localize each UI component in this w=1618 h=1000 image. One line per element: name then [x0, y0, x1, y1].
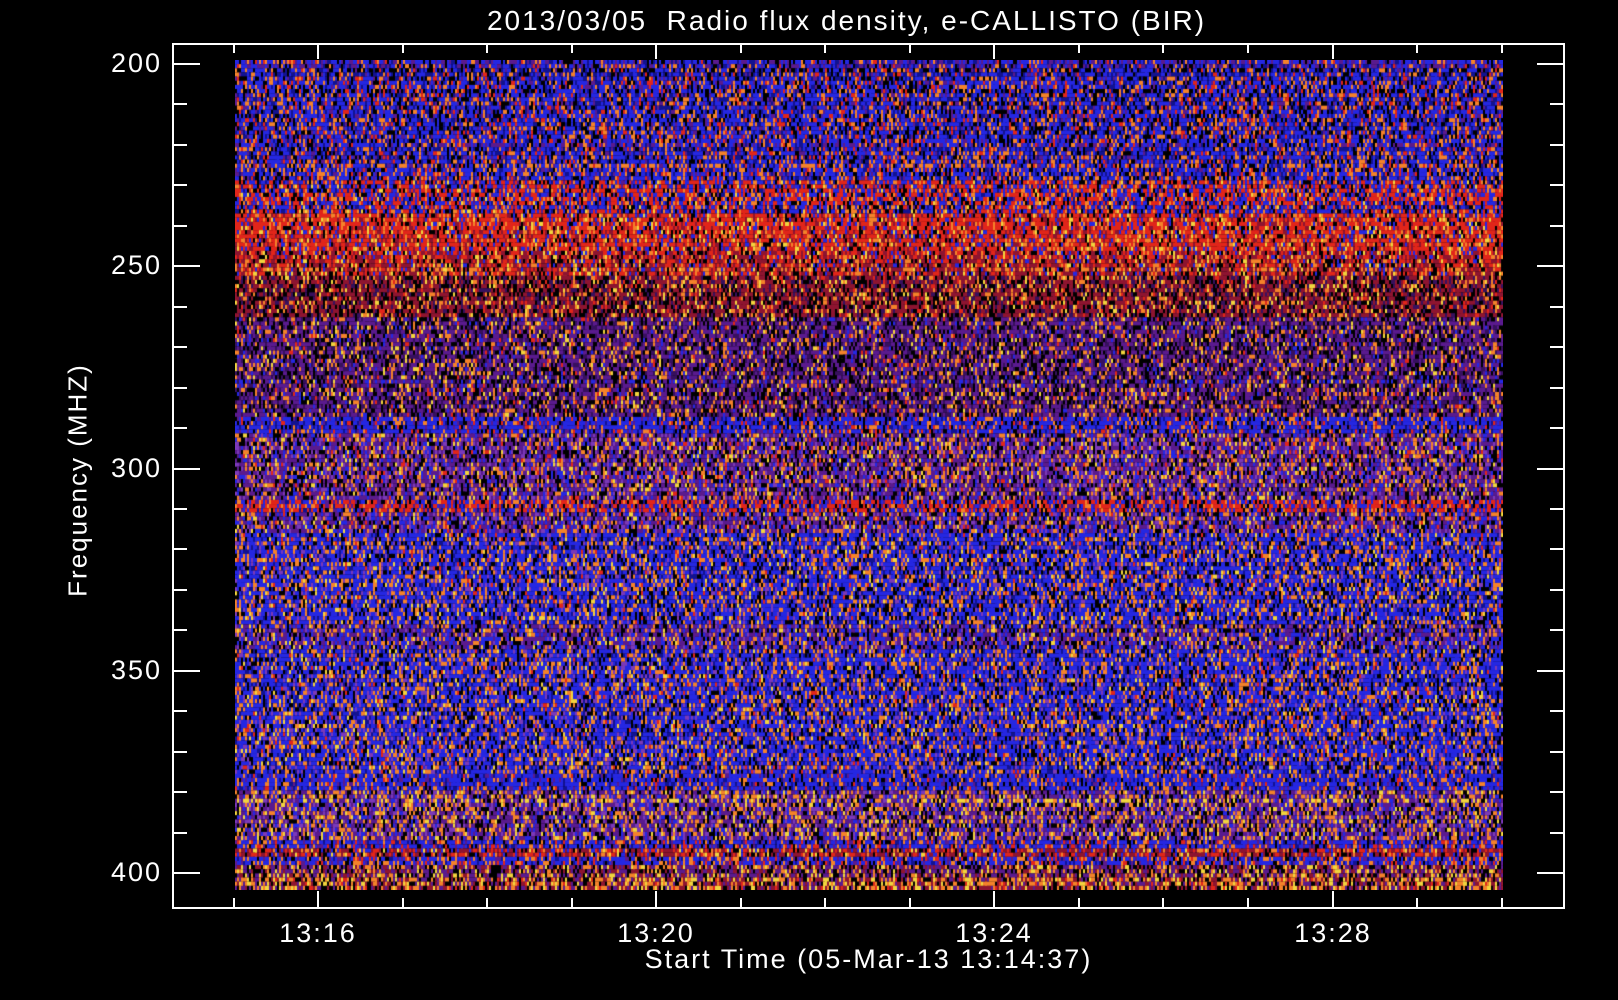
x-major-tick-top: [1332, 45, 1334, 59]
x-major-tick-bottom: [993, 891, 995, 907]
x-minor-tick-bottom: [1078, 898, 1080, 907]
y-minor-tick-right: [1550, 346, 1563, 348]
y-minor-tick-left: [174, 346, 187, 348]
y-major-tick-left: [174, 872, 200, 874]
y-minor-tick-left: [174, 103, 187, 105]
x-minor-tick-top: [909, 45, 911, 53]
y-minor-tick-left: [174, 751, 187, 753]
y-major-tick-right: [1537, 670, 1563, 672]
y-minor-tick-left: [174, 629, 187, 631]
x-minor-tick-top: [402, 45, 404, 53]
y-minor-tick-right: [1550, 629, 1563, 631]
y-minor-tick-right: [1550, 751, 1563, 753]
y-tick-label: 350: [110, 655, 162, 685]
y-minor-tick-left: [174, 225, 187, 227]
y-minor-tick-right: [1550, 387, 1563, 389]
x-minor-tick-top: [486, 45, 488, 53]
y-tick-label: 400: [110, 857, 162, 887]
y-minor-tick-left: [174, 508, 187, 510]
y-major-tick-right: [1537, 468, 1563, 470]
x-minor-tick-bottom: [1247, 898, 1249, 907]
y-minor-tick-right: [1550, 144, 1563, 146]
y-minor-tick-right: [1550, 548, 1563, 550]
y-major-tick-left: [174, 63, 200, 65]
x-minor-tick-bottom: [824, 898, 826, 907]
y-major-tick-right: [1537, 265, 1563, 267]
x-minor-tick-bottom: [1501, 898, 1503, 907]
x-minor-tick-top: [740, 45, 742, 53]
y-minor-tick-right: [1550, 306, 1563, 308]
y-tick-label: 200: [110, 48, 162, 78]
chart-title: 2013/03/05 Radio flux density, e-CALLIST…: [486, 5, 1207, 36]
y-major-tick-left: [174, 265, 200, 267]
y-minor-tick-right: [1550, 508, 1563, 510]
x-major-tick-top: [993, 45, 995, 59]
x-minor-tick-top: [1501, 45, 1503, 53]
x-minor-tick-top: [1247, 45, 1249, 53]
y-minor-tick-left: [174, 306, 187, 308]
x-minor-tick-bottom: [740, 898, 742, 907]
y-minor-tick-right: [1550, 103, 1563, 105]
y-major-tick-left: [174, 468, 200, 470]
x-minor-tick-bottom: [1416, 898, 1418, 907]
x-minor-tick-bottom: [486, 898, 488, 907]
x-minor-tick-top: [571, 45, 573, 53]
x-minor-tick-top: [1162, 45, 1164, 53]
y-major-tick-right: [1537, 872, 1563, 874]
y-minor-tick-right: [1550, 184, 1563, 186]
spectrogram-page: 2013/03/05 Radio flux density, e-CALLIST…: [0, 0, 1618, 1000]
x-minor-tick-bottom: [233, 898, 235, 907]
y-minor-tick-left: [174, 710, 187, 712]
y-minor-tick-left: [174, 427, 187, 429]
y-minor-tick-left: [174, 832, 187, 834]
x-minor-tick-top: [1416, 45, 1418, 53]
y-minor-tick-right: [1550, 589, 1563, 591]
x-major-tick-bottom: [1332, 891, 1334, 907]
x-minor-tick-top: [233, 45, 235, 53]
x-minor-tick-bottom: [909, 898, 911, 907]
x-major-tick-bottom: [317, 891, 319, 907]
y-minor-tick-left: [174, 144, 187, 146]
x-axis-label: Start Time (05-Mar-13 13:14:37): [644, 944, 1093, 974]
y-major-tick-right: [1537, 63, 1563, 65]
y-minor-tick-left: [174, 791, 187, 793]
y-minor-tick-left: [174, 387, 187, 389]
x-minor-tick-bottom: [402, 898, 404, 907]
y-minor-tick-right: [1550, 225, 1563, 227]
y-minor-tick-right: [1550, 710, 1563, 712]
y-tick-label: 250: [110, 250, 162, 280]
y-tick-label: 300: [110, 453, 162, 483]
spectrogram-image: [235, 60, 1503, 890]
x-minor-tick-bottom: [571, 898, 573, 907]
y-minor-tick-left: [174, 548, 187, 550]
x-minor-tick-top: [1078, 45, 1080, 53]
y-major-tick-left: [174, 670, 200, 672]
y-minor-tick-left: [174, 589, 187, 591]
y-minor-tick-left: [174, 184, 187, 186]
x-major-tick-bottom: [655, 891, 657, 907]
y-minor-tick-right: [1550, 791, 1563, 793]
y-minor-tick-right: [1550, 427, 1563, 429]
x-major-tick-top: [655, 45, 657, 59]
y-minor-tick-right: [1550, 832, 1563, 834]
x-major-tick-top: [317, 45, 319, 59]
x-minor-tick-top: [824, 45, 826, 53]
x-minor-tick-bottom: [1162, 898, 1164, 907]
